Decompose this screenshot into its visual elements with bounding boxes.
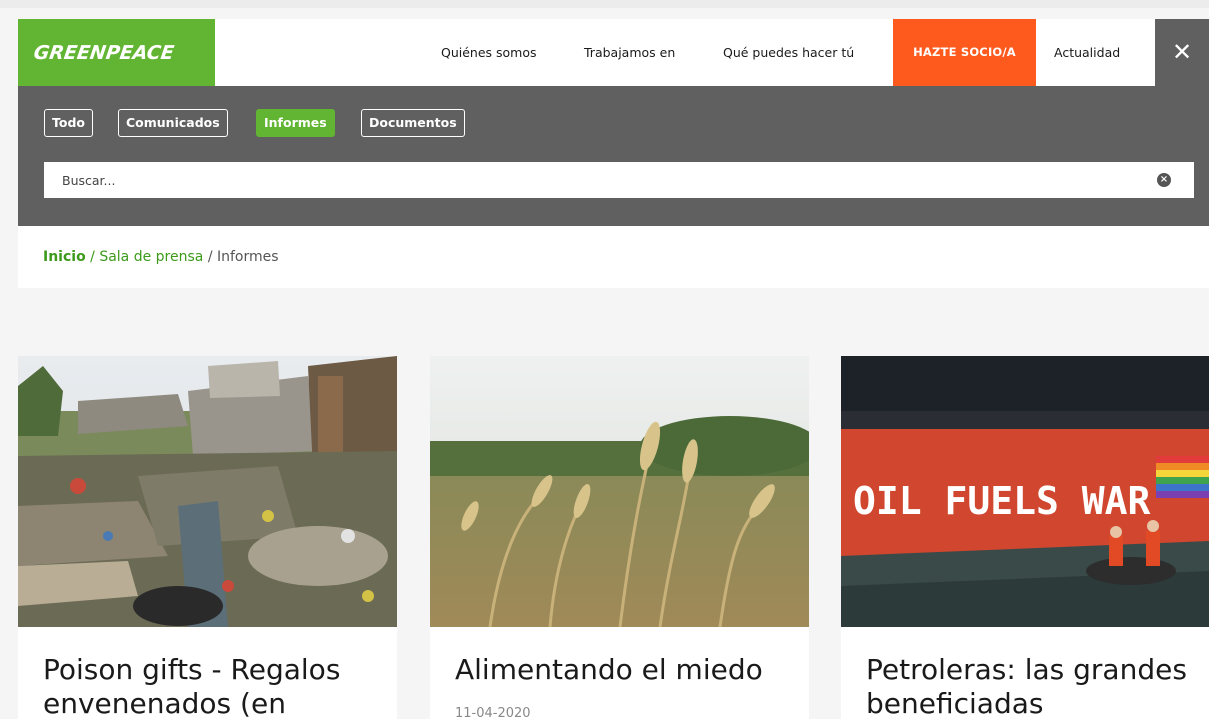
breadcrumb-separator: / [207, 249, 213, 265]
logo-wordmark-icon: GREENPEACE [34, 41, 175, 64]
report-card[interactable]: Alimentando el miedo 11-04-2020 [430, 356, 809, 719]
breadcrumb-bar: Inicio / Sala de prensa / Informes [18, 226, 1209, 288]
breadcrumb: Inicio / Sala de prensa / Informes [43, 249, 279, 265]
nav-trabajamos-en[interactable]: Trabajamos en [584, 19, 675, 86]
svg-text:GREENPEACE: GREENPEACE [34, 41, 175, 64]
filter-informes[interactable]: Informes [256, 109, 335, 137]
search-panel: Todo Comunicados Informes Documentos × [18, 86, 1209, 226]
top-strip [0, 0, 1209, 8]
clear-search-icon[interactable]: × [1157, 173, 1171, 187]
nav-actualidad[interactable]: Actualidad [1054, 19, 1120, 86]
search-input[interactable] [44, 162, 1194, 198]
breadcrumb-current: Informes [216, 249, 279, 265]
breadcrumb-separator: / [90, 249, 95, 265]
filter-comunicados[interactable]: Comunicados [118, 109, 228, 137]
site-header: GREENPEACE Quiénes somos Trabajamos en Q… [18, 19, 1209, 86]
breadcrumb-home-link[interactable]: Inicio [43, 249, 86, 265]
card-title[interactable]: Petroleras: las grandes beneficiadas [866, 653, 1206, 719]
greenpeace-logo[interactable]: GREENPEACE [18, 19, 215, 86]
filter-documentos[interactable]: Documentos [361, 109, 465, 137]
card-title[interactable]: Alimentando el miedo [455, 653, 795, 687]
filter-todo[interactable]: Todo [44, 109, 93, 137]
breadcrumb-section-link[interactable]: Sala de prensa [99, 249, 203, 265]
nav-quienes-somos[interactable]: Quiénes somos [441, 19, 537, 86]
report-card[interactable]: OIL FUELS WAR Petroleras: las grandes be… [841, 356, 1209, 719]
svg-text:OIL FUELS WAR: OIL FUELS WAR [853, 479, 1151, 523]
oil-fuels-war-ship-photo[interactable]: OIL FUELS WAR [841, 356, 1209, 627]
wheat-field-photo[interactable] [430, 356, 809, 627]
report-card[interactable]: Poison gifts - Regalos envenenados (en [18, 356, 397, 719]
hazte-socio-button[interactable]: HAZTE SOCIO/A [893, 19, 1036, 86]
card-title[interactable]: Poison gifts - Regalos envenenados (en [43, 653, 383, 719]
slum-waste-photo[interactable] [18, 356, 397, 627]
nav-que-puedes-hacer[interactable]: Qué puedes hacer tú [723, 19, 854, 86]
close-icon[interactable]: ✕ [1155, 19, 1209, 86]
card-date: 11-04-2020 [455, 706, 531, 719]
